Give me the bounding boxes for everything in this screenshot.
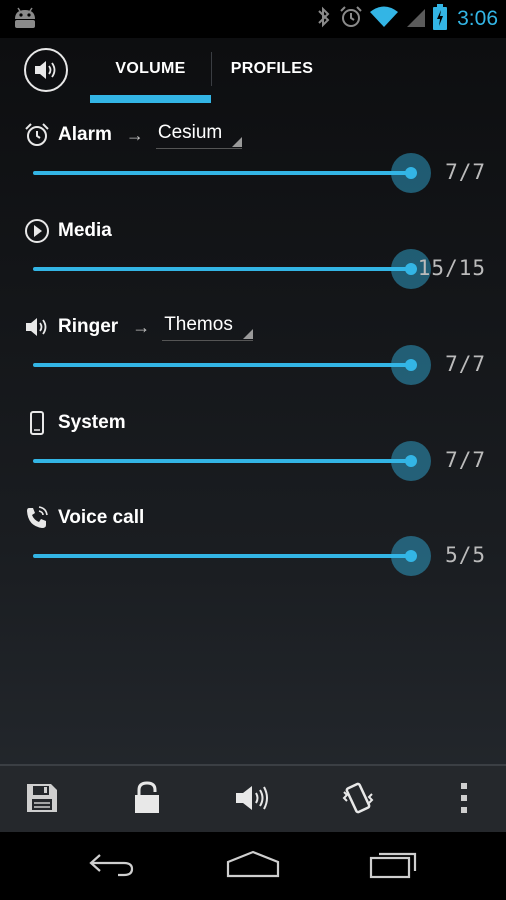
tab-volume[interactable]: VOLUME (90, 38, 211, 100)
overflow-menu-button[interactable] (434, 766, 494, 834)
ringer-tone-dropdown[interactable]: Themos (162, 314, 253, 341)
alarm-tone-value: Cesium (157, 121, 223, 143)
tab-bar: VOLUME PROFILES (0, 38, 506, 104)
dropdown-corner-icon (242, 328, 253, 339)
alarm-tone-dropdown[interactable]: Cesium (155, 121, 243, 149)
ringer-slider-thumb-dot (405, 359, 417, 371)
system-slider-track[interactable] (33, 459, 413, 463)
system-nav-bar (0, 832, 506, 900)
back-icon (88, 851, 136, 882)
save-button[interactable] (12, 766, 72, 834)
arrow-right-icon: → (125, 124, 144, 145)
active-tab-indicator (90, 95, 211, 103)
status-bar: 3:06 (0, 0, 506, 38)
media-volume-value: 15/15 (417, 256, 486, 280)
status-time: 3:06 (457, 7, 498, 30)
lock-icon (132, 780, 162, 820)
alarm-clock-icon (24, 122, 50, 148)
arrow-right-icon: → (132, 316, 151, 337)
stream-label-alarm: Alarm (58, 124, 112, 145)
wifi-icon (369, 5, 399, 34)
bottom-action-bar (0, 764, 506, 834)
voice-call-slider-thumb-dot (405, 550, 417, 562)
home-button[interactable] (213, 832, 293, 900)
recents-icon (368, 849, 420, 884)
media-slider-thumb-dot (405, 263, 417, 275)
volume-row-voice-call: Voice call 5/5 (0, 503, 506, 599)
overflow-menu-icon (460, 782, 468, 819)
alarm-slider-track[interactable] (33, 171, 413, 175)
ringer-volume-value: 7/7 (445, 352, 486, 376)
stream-label-voice-call: Voice call (58, 507, 145, 528)
sound-mode-button[interactable] (222, 766, 282, 834)
volume-row-media: Media 15/15 (0, 216, 506, 312)
voice-call-icon (24, 505, 50, 531)
voice-call-volume-value: 5/5 (445, 543, 486, 567)
ringer-tone-value: Themos (164, 313, 233, 335)
stream-label-system: System (58, 412, 126, 433)
vibrate-icon (340, 780, 376, 821)
dropdown-corner-icon (232, 136, 243, 147)
recents-button[interactable] (354, 832, 434, 900)
volume-row-alarm: Alarm → Cesium 7/7 (0, 120, 506, 216)
phone-icon (24, 410, 50, 436)
save-icon (25, 782, 59, 819)
voice-call-slider-track[interactable] (33, 554, 413, 558)
bluetooth-icon (315, 5, 333, 34)
alarm-icon (339, 5, 363, 34)
media-slider-track[interactable] (33, 267, 413, 271)
tab-profiles[interactable]: PROFILES (212, 38, 332, 100)
back-button[interactable] (72, 832, 152, 900)
home-icon (226, 850, 280, 883)
alarm-slider-thumb-dot (405, 167, 417, 179)
system-slider-thumb-dot (405, 455, 417, 467)
signal-icon (405, 5, 427, 34)
volume-row-system: System 7/7 (0, 408, 506, 504)
ringer-slider-track[interactable] (33, 363, 413, 367)
stream-label-ringer: Ringer (58, 316, 119, 337)
alarm-volume-value: 7/7 (445, 160, 486, 184)
play-icon (24, 218, 50, 244)
android-icon (12, 7, 38, 34)
app-content: VOLUME PROFILES Alarm → Cesium 7/7 Media… (0, 38, 506, 764)
vibrate-button[interactable] (328, 766, 388, 834)
lock-button[interactable] (117, 766, 177, 834)
speaker-icon (234, 782, 270, 819)
system-volume-value: 7/7 (445, 448, 486, 472)
stream-label-media: Media (58, 220, 112, 241)
battery-charging-icon (433, 3, 448, 35)
app-speaker-icon[interactable] (24, 48, 68, 92)
speaker-icon (24, 314, 50, 340)
volume-row-ringer: Ringer → Themos 7/7 (0, 312, 506, 408)
